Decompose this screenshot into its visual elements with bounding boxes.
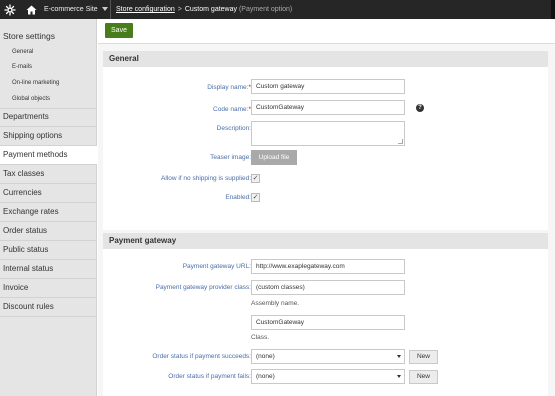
assembly-name-hint: Assembly name. [251, 300, 300, 307]
dropdown-arrow-icon[interactable] [397, 355, 401, 358]
payment-fails-select[interactable]: (none) [251, 369, 405, 384]
assembly-name-field[interactable]: (custom classes) [251, 280, 405, 295]
divider [110, 0, 111, 19]
resize-handle-icon[interactable] [398, 139, 403, 144]
sidebar-item-online-marketing[interactable]: On-line marketing [0, 76, 97, 91]
display-name-label: Display name:* [207, 84, 251, 91]
class-name-field[interactable]: CustomGateway [251, 315, 405, 330]
sidebar-item-exchange-rates[interactable]: Exchange rates [0, 203, 97, 221]
breadcrumb-current: Custom gateway [184, 6, 237, 13]
form-content: General Display name:* Custom gateway Co… [98, 44, 555, 396]
sidebar-item-discount-rules[interactable]: Discount rules [0, 298, 97, 316]
payment-succeeds-label: Order status if payment succeeds: [152, 353, 251, 360]
chevron-down-icon[interactable] [102, 7, 108, 11]
description-label: Description: [216, 125, 251, 132]
site-selector[interactable]: E-commerce Site [44, 0, 98, 19]
sidebar-item-invoice[interactable]: Invoice [0, 279, 97, 297]
sidebar-item-general[interactable]: General [0, 45, 97, 60]
breadcrumb-subtitle: (Payment option) [238, 6, 293, 13]
sidebar-item-internal-status[interactable]: Internal status [0, 260, 97, 278]
allow-no-shipping-checkbox[interactable]: ✓ [251, 174, 260, 183]
payment-fails-label: Order status if payment fails: [168, 373, 251, 380]
sidebar-item-order-status[interactable]: Order status [0, 222, 97, 240]
action-bar: Save [98, 19, 555, 44]
provider-class-label: Payment gateway provider class: [155, 284, 251, 291]
dropdown-arrow-icon[interactable] [397, 375, 401, 378]
description-field[interactable] [251, 121, 405, 146]
code-name-field[interactable]: CustomGateway [251, 100, 405, 115]
sidebar-item-departments[interactable]: Departments [0, 108, 97, 126]
sidebar-item-public-status[interactable]: Public status [0, 241, 97, 259]
sidebar-item-payment-methods[interactable]: Payment methods [0, 146, 97, 164]
gateway-url-label: Payment gateway URL: [182, 263, 251, 270]
display-name-field[interactable]: Custom gateway [251, 79, 405, 94]
enabled-checkbox[interactable]: ✓ [251, 193, 260, 202]
sidebar-item-shipping-options[interactable]: Shipping options [0, 127, 97, 145]
gateway-url-field[interactable]: http://www.exaplegateway.com [251, 259, 405, 274]
sidebar-item-emails[interactable]: E-mails [0, 60, 97, 75]
save-button[interactable]: Save [105, 23, 133, 38]
enabled-label: Enabled: [225, 194, 251, 201]
sidebar-item-global-objects[interactable]: Global objects [0, 92, 97, 107]
allow-no-shipping-label: Allow if no shipping is supplied: [161, 175, 251, 182]
teaser-image-label: Teaser image: [210, 154, 251, 161]
sidebar: Store settings General E-mails On-line m… [0, 19, 97, 396]
help-icon[interactable]: ? [416, 104, 424, 112]
sidebar-group-store-settings[interactable]: Store settings [0, 27, 97, 45]
breadcrumb: Store configuration > Custom gateway (Paym… [116, 0, 292, 19]
top-bar: E-commerce Site Store configuration > Cust… [0, 0, 555, 19]
sidebar-item-currencies[interactable]: Currencies [0, 184, 97, 202]
breadcrumb-store-configuration[interactable]: Store configuration [116, 6, 175, 13]
section-general-title: General [103, 51, 548, 67]
payment-succeeds-select[interactable]: (none) [251, 349, 405, 364]
class-name-hint: Class. [251, 334, 270, 341]
new-status-succeeds-button[interactable]: New [409, 350, 438, 364]
main-panel: Save General Display name:* Custom gatew… [98, 19, 555, 396]
section-gateway-title: Payment gateway [103, 233, 548, 249]
new-status-fails-button[interactable]: New [409, 370, 438, 384]
breadcrumb-separator: > [177, 6, 182, 13]
home-icon[interactable] [21, 0, 41, 19]
scrollbar[interactable] [551, 0, 555, 19]
sidebar-item-tax-classes[interactable]: Tax classes [0, 165, 97, 183]
upload-file-button[interactable]: Upload file [251, 150, 297, 165]
code-name-label: Code name:* [213, 106, 251, 113]
app-logo-icon[interactable] [0, 0, 20, 19]
